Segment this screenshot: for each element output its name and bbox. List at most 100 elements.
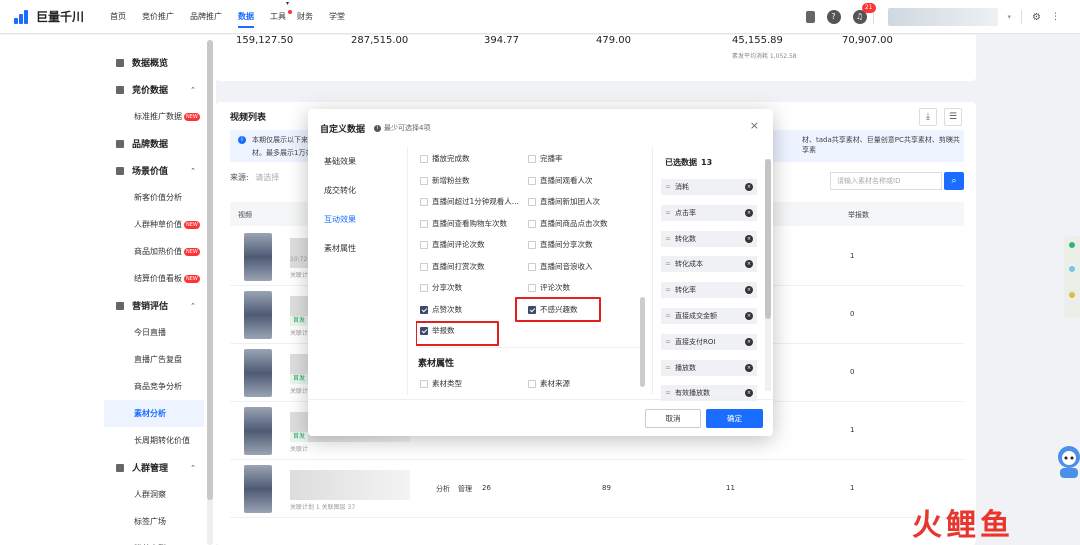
remove-icon[interactable]: ×: [745, 208, 753, 217]
remove-icon[interactable]: ×: [745, 363, 753, 372]
sidebar-item[interactable]: 今日直播: [104, 319, 204, 346]
metric-checkbox[interactable]: 直播间查看购物车次数: [420, 218, 507, 229]
table-row[interactable]: 关联计划 1 关联图层 37 1 分析 管理 26 89 11: [230, 460, 964, 518]
account-selector[interactable]: [887, 8, 998, 26]
modal-nav-item[interactable]: 素材属性: [308, 234, 407, 263]
checkbox-unchecked-icon[interactable]: [528, 241, 536, 249]
remove-icon[interactable]: ×: [745, 183, 753, 191]
sidebar-scrollbar[interactable]: [207, 40, 213, 545]
side-widget[interactable]: [1064, 236, 1080, 318]
selected-item[interactable]: = 直接成交金额 ×: [661, 308, 757, 324]
checkbox-checked-icon[interactable]: [420, 305, 428, 314]
sidebar-item[interactable]: 人群洞察: [104, 481, 204, 508]
assistant-mascot-icon[interactable]: [1054, 443, 1080, 479]
video-thumbnail[interactable]: [244, 349, 272, 397]
chevron-down-icon[interactable]: ▾: [1008, 13, 1012, 21]
sidebar-group[interactable]: 营销评估 ⌃: [104, 292, 204, 319]
sidebar-item[interactable]: 素材分析: [104, 400, 204, 427]
selected-item[interactable]: = 转化率 ×: [661, 282, 757, 299]
drag-handle-icon[interactable]: =: [665, 334, 671, 350]
sidebar-group[interactable]: 竞价数据 ⌃: [104, 76, 204, 103]
remove-icon[interactable]: ×: [745, 260, 753, 269]
more-icon[interactable]: ⋮: [1051, 12, 1060, 22]
metric-checkbox[interactable]: 直播间分享次数: [528, 239, 593, 250]
sidebar-group[interactable]: 数据概览: [104, 49, 204, 76]
video-thumbnail[interactable]: [244, 407, 272, 455]
sidebar-item[interactable]: 人群种草价值 NEW: [104, 211, 204, 238]
close-icon[interactable]: ×: [947, 134, 954, 143]
confirm-button[interactable]: 确定: [706, 409, 763, 428]
sidebar-item[interactable]: 标准推广数据 NEW: [104, 103, 204, 130]
metric-checkbox[interactable]: 直播间观看人次: [528, 175, 593, 186]
remove-icon[interactable]: ×: [745, 312, 753, 320]
selected-item[interactable]: = 转化数 ×: [661, 230, 757, 247]
remove-icon[interactable]: ×: [745, 234, 753, 243]
video-plan-link[interactable]: 关联计: [290, 270, 308, 279]
checkbox-unchecked-icon[interactable]: [420, 262, 428, 271]
selected-item[interactable]: = 点击率 ×: [661, 204, 757, 221]
nav-item[interactable]: 学堂: [329, 0, 345, 34]
modal-nav-item[interactable]: 基础效果: [308, 147, 407, 176]
drag-handle-icon[interactable]: =: [665, 256, 671, 272]
metric-checkbox[interactable]: 评论次数: [528, 282, 570, 293]
selected-item[interactable]: = 转化成本 ×: [661, 256, 757, 273]
metric-checkbox[interactable]: 直播间商品点击次数: [528, 218, 608, 229]
video-thumbnail[interactable]: [244, 291, 272, 339]
modal-nav-item[interactable]: 互动效果: [308, 205, 407, 234]
video-plan-link[interactable]: 关联计: [290, 444, 308, 453]
checkbox-unchecked-icon[interactable]: [420, 155, 428, 163]
logo[interactable]: 巨量千川: [14, 8, 94, 25]
selected-item[interactable]: = 播放数 ×: [661, 359, 757, 376]
download-icon[interactable]: ⤓: [919, 108, 937, 126]
metric-checkbox[interactable]: 播放完成数: [420, 153, 470, 164]
checkbox-unchecked-icon[interactable]: [420, 241, 428, 249]
checkbox-unchecked-icon[interactable]: [528, 262, 536, 271]
drag-handle-icon[interactable]: =: [665, 282, 671, 298]
sidebar-group[interactable]: 场景价值 ⌃: [104, 157, 204, 184]
sidebar-item[interactable]: 标签广场: [104, 508, 204, 535]
nav-item[interactable]: 品牌推广: [190, 0, 222, 34]
nav-item[interactable]: 数据: [238, 0, 254, 34]
sidebar-item[interactable]: 直播广告复盘: [104, 346, 204, 373]
metric-checkbox[interactable]: 直播间新加团人次: [528, 196, 600, 207]
nav-item[interactable]: 竞价推广: [142, 0, 174, 34]
checkbox-unchecked-icon[interactable]: [420, 219, 428, 228]
selected-item[interactable]: = 消耗 ×: [661, 179, 757, 195]
sidebar-item[interactable]: 商品竞争分析: [104, 373, 204, 400]
search-input[interactable]: 请输入素材名称或ID: [830, 172, 942, 190]
checkbox-unchecked-icon[interactable]: [420, 198, 428, 206]
video-plan-link[interactable]: 关联计: [290, 328, 308, 337]
video-plan-link[interactable]: 关联计划 1 关联图层 37: [290, 502, 355, 511]
checkbox-unchecked-icon[interactable]: [528, 284, 536, 292]
metric-checkbox[interactable]: 直播间评论次数: [420, 239, 485, 250]
sidebar-item[interactable]: 长周期转化价值: [104, 427, 204, 454]
gear-icon[interactable]: ⚙: [1032, 12, 1041, 23]
remove-icon[interactable]: ×: [745, 389, 753, 398]
checkbox-unchecked-icon[interactable]: [420, 284, 428, 292]
metric-checkbox[interactable]: 分享次数: [420, 282, 462, 293]
remove-icon[interactable]: ×: [745, 337, 753, 346]
video-thumbnail[interactable]: [244, 465, 272, 513]
checkbox-unchecked-icon[interactable]: [528, 155, 536, 163]
selected-item[interactable]: = 直接支付ROI ×: [661, 333, 757, 350]
sidebar-item[interactable]: 粉丝人群: [104, 535, 204, 545]
sidebar-group[interactable]: 人群管理 ⌃: [104, 454, 204, 481]
metric-checkbox[interactable]: 素材来源: [528, 378, 570, 389]
metric-checkbox[interactable]: 完播率: [528, 153, 563, 164]
checkbox-unchecked-icon[interactable]: [528, 380, 536, 388]
drag-handle-icon[interactable]: =: [665, 360, 671, 376]
analysis-link[interactable]: 分析: [436, 484, 450, 494]
metric-checkbox[interactable]: 直播间音浪收入: [528, 261, 593, 272]
sidebar-item[interactable]: 结算价值看板 NEW: [104, 265, 204, 292]
metric-checkbox[interactable]: 点赞次数: [420, 304, 462, 315]
list-scrollbar[interactable]: [640, 147, 646, 395]
source-filter[interactable]: 来源: 请选择: [230, 172, 279, 183]
selected-scrollbar[interactable]: [765, 159, 771, 391]
checkbox-unchecked-icon[interactable]: [528, 198, 536, 206]
video-thumbnail[interactable]: [244, 233, 272, 281]
metric-checkbox[interactable]: 直播间超过1分钟观看人...: [420, 196, 519, 207]
sidebar-item[interactable]: 商品加热价值 NEW: [104, 238, 204, 265]
drag-handle-icon[interactable]: =: [665, 179, 671, 195]
modal-nav-item[interactable]: 成交转化: [308, 176, 407, 205]
calculator-icon[interactable]: [805, 11, 815, 23]
